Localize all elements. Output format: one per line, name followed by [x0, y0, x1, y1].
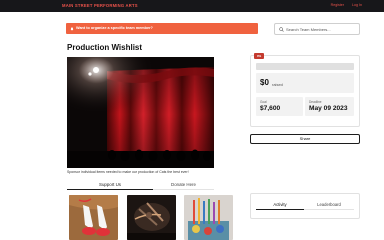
banner-text: Want to organize a specific team member?: [76, 26, 153, 31]
tab-donate-here[interactable]: Donate Here: [153, 180, 214, 190]
product-card-craft-supplies[interactable]: [127, 195, 176, 240]
top-navigation-bar: MAIN STREET PERFORMING ARTS Register Log…: [0, 0, 384, 12]
register-link[interactable]: Register: [331, 3, 344, 7]
raised-box: [256, 73, 354, 93]
deadline-stat: Deadline May 09 2023: [305, 97, 354, 116]
login-link[interactable]: Log In: [352, 3, 362, 7]
notification-banner[interactable]: Want to organize a specific team member?: [66, 23, 258, 34]
product-card-ballet-shoes[interactable]: [69, 195, 118, 240]
tab-support-us[interactable]: Support Us: [67, 180, 153, 190]
goal-label: Goal: [260, 100, 267, 104]
wishlist-description: Sponsor individual items needed to make …: [67, 170, 189, 174]
hero-image-stage-curtains: [67, 57, 214, 168]
deadline-value: May 09 2023: [309, 105, 348, 112]
goal-stat: Goal $7,600: [256, 97, 303, 116]
header-nav: Register Log In: [331, 3, 362, 7]
raised-amount: $0: [260, 78, 269, 87]
fundraising-progress-bar: [256, 63, 354, 70]
page-title: Production Wishlist: [67, 43, 143, 52]
brand-name[interactable]: MAIN STREET PERFORMING ARTS: [62, 3, 138, 8]
tab-leaderboard[interactable]: Leaderboard: [304, 200, 354, 210]
tab-activity[interactable]: Activity: [256, 200, 304, 210]
raised-label: raised: [272, 82, 283, 87]
deadline-label: Deadline: [309, 100, 322, 104]
bell-icon: [70, 26, 74, 31]
wishlist-tabs: Support Us Donate Here: [67, 180, 214, 190]
share-button[interactable]: Share: [250, 134, 360, 144]
goal-value: $7,600: [260, 105, 281, 112]
search-box[interactable]: [274, 23, 360, 35]
search-icon: [279, 27, 284, 32]
progress-percent-badge: 0%: [254, 53, 264, 59]
product-card-paint-brushes[interactable]: [184, 195, 233, 240]
search-input[interactable]: [286, 26, 358, 33]
